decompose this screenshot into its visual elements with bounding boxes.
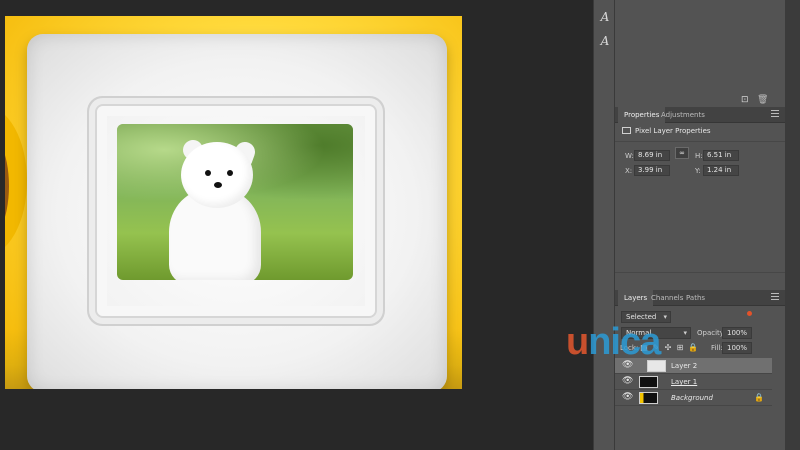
layers-tabbar: Layers Channels Paths	[615, 290, 785, 306]
visibility-eye-icon[interactable]: 👁	[622, 377, 633, 386]
unica-watermark: unica	[566, 321, 661, 364]
opacity-field[interactable]: 100%	[722, 327, 752, 339]
link-icon[interactable]: ∞	[675, 147, 689, 159]
filter-toggle-icon[interactable]	[747, 311, 752, 316]
chevron-down-icon: ▾	[663, 313, 667, 321]
y-label: Y:	[695, 167, 701, 175]
puppy-eye-right	[227, 170, 233, 176]
layer-name: Layer 2	[671, 362, 698, 370]
puppy-photo	[117, 124, 353, 280]
lock-icon: 🔒	[754, 393, 764, 402]
new-item-icon[interactable]: ⊡	[741, 95, 749, 105]
visibility-eye-icon[interactable]: 👁	[622, 393, 633, 402]
layers-menu-icon[interactable]	[771, 293, 779, 300]
properties-title-text: Pixel Layer Properties	[635, 127, 711, 135]
watermark-first-letter: u	[566, 321, 589, 363]
properties-bottom	[615, 272, 785, 290]
x-field[interactable]: 3.99 in	[634, 165, 670, 176]
h-label: H:	[695, 152, 703, 160]
height-field[interactable]: 6.51 in	[703, 150, 739, 161]
lock-position-icon[interactable]: ✣	[664, 344, 672, 352]
layer-name: Layer 1	[671, 378, 698, 386]
chevron-down-icon: ▾	[683, 329, 687, 337]
paragraph-panel-icon[interactable]: A	[596, 32, 614, 50]
layer-thumbnail	[639, 392, 658, 404]
layer-name: Background	[671, 394, 713, 402]
pixel-layer-icon	[622, 127, 631, 134]
canvas-area	[0, 0, 584, 450]
document-canvas[interactable]	[5, 16, 462, 389]
layer-thumbnail	[639, 376, 658, 388]
properties-title: Pixel Layer Properties	[622, 127, 711, 135]
tab-paths[interactable]: Paths	[680, 290, 711, 306]
layer-row-background[interactable]: 👁 Background 🔒	[615, 390, 772, 406]
character-panel-icon[interactable]: A	[596, 8, 614, 26]
trash-icon[interactable]: 🗑	[757, 95, 768, 105]
puppy-head	[181, 142, 253, 208]
properties-tabbar: Properties Adjustments	[615, 107, 785, 123]
tab-adjustments[interactable]: Adjustments	[655, 107, 711, 123]
panel-scroll-gutter	[785, 0, 800, 450]
photoshop-window: A A ⊡ 🗑 Properties Adjustments Pixel Lay…	[0, 0, 800, 450]
w-label: W:	[625, 152, 634, 160]
lock-artboard-icon[interactable]: ⊞	[676, 344, 684, 352]
fill-label: Fill:	[711, 344, 723, 352]
y-field[interactable]: 1.24 in	[703, 165, 739, 176]
layer-filter-value: Selected	[626, 313, 657, 321]
collapsed-panel-strip: A A	[593, 0, 615, 450]
properties-separator	[615, 141, 785, 142]
x-label: X:	[625, 167, 633, 175]
fill-field[interactable]: 100%	[722, 342, 752, 354]
puppy-eye-left	[205, 170, 211, 176]
layer-row-layer-1[interactable]: 👁 Layer 1	[615, 374, 772, 390]
lock-all-icon[interactable]: 🔒	[688, 344, 698, 352]
properties-menu-icon[interactable]	[771, 110, 779, 117]
width-field[interactable]: 8.69 in	[634, 150, 670, 161]
puppy-nose	[214, 182, 222, 188]
watermark-rest: nica	[588, 321, 661, 363]
